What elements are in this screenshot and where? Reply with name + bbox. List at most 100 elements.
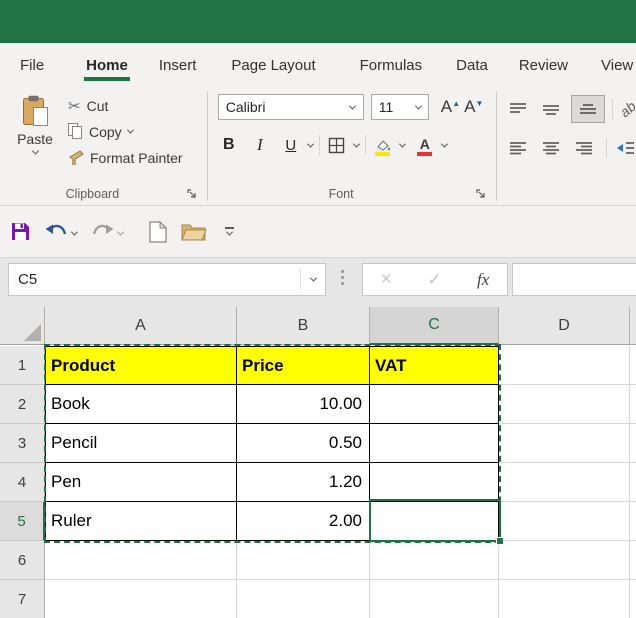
row-header-6[interactable]: 6 [0,541,45,580]
cell-C2[interactable] [370,385,499,424]
cell-A6[interactable] [45,541,237,580]
cell-B7[interactable] [237,580,370,618]
cell-B2[interactable]: 10.00 [237,385,370,424]
alignment-group: ab [497,85,636,205]
fill-color-button[interactable] [372,134,394,156]
font-color-dropdown-icon[interactable] [440,140,448,148]
paste-dropdown-icon[interactable] [31,147,39,155]
cell-B4[interactable]: 1.20 [237,463,370,502]
borders-button[interactable] [326,133,348,157]
font-size-dropdown-icon [415,102,423,110]
cell-A3[interactable]: Pencil [45,424,237,463]
cell-B3[interactable]: 0.50 [237,424,370,463]
cell-A4[interactable]: Pen [45,463,237,502]
name-box-dropdown-icon[interactable] [309,274,317,282]
open-folder-button[interactable] [181,222,207,241]
copy-dropdown-icon[interactable] [126,126,134,134]
row-header-7[interactable]: 7 [0,580,45,618]
tab-file[interactable]: File [20,57,44,85]
tab-insert[interactable]: Insert [159,57,197,85]
fill-color-swatch [375,152,391,156]
cell-D1[interactable] [499,346,630,385]
cell-C3[interactable] [370,424,499,463]
fill-color-dropdown-icon[interactable] [398,140,406,148]
name-box[interactable]: C5 [8,263,326,296]
cell-A5[interactable]: Ruler [45,502,237,541]
cancel-icon[interactable]: × [381,269,392,291]
tab-review[interactable]: Review [519,57,568,85]
save-button[interactable] [10,221,31,242]
cell-C1[interactable]: VAT [370,346,499,385]
bottom-align-button[interactable] [571,95,606,123]
row-header-1[interactable]: 1 [0,346,45,385]
undo-button[interactable] [45,223,79,241]
decrease-indent-button[interactable] [616,141,635,155]
underline-button[interactable]: U [280,133,302,157]
row-header-2[interactable]: 2 [0,385,45,424]
column-header-c[interactable]: C [370,307,499,345]
copy-button[interactable]: Copy [68,121,183,142]
cell-D6[interactable] [499,541,630,580]
formula-input[interactable] [512,263,636,296]
copy-label: Copy [89,123,122,140]
cell-D4[interactable] [499,463,630,502]
cell-C7[interactable] [370,580,499,618]
cell-A2[interactable]: Book [45,385,237,424]
new-file-icon [149,220,167,243]
select-all-corner[interactable] [0,307,45,345]
font-size-select[interactable]: 11 [370,94,429,120]
format-painter-button[interactable]: Format Painter [68,147,183,168]
clipboard-dialog-launcher[interactable] [185,187,199,201]
orientation-button[interactable]: ab [617,98,636,120]
decrease-arrow-icon: ▼ [475,99,484,108]
decrease-font-size-button[interactable]: A ▼ [464,97,483,117]
cell-B1[interactable]: Price [237,346,370,385]
row-header-5[interactable]: 5 [0,502,45,541]
tab-formulas[interactable]: Formulas [360,57,423,85]
align-left-button[interactable] [505,136,531,160]
italic-button[interactable]: I [249,133,271,157]
column-header-d[interactable]: D [499,307,630,345]
cell-C4[interactable] [370,463,499,502]
underline-dropdown-icon[interactable] [306,140,314,148]
undo-dropdown-icon[interactable] [70,228,79,236]
bold-button[interactable]: B [218,133,240,157]
fill-color-icon [375,139,391,151]
cell-B6[interactable] [237,541,370,580]
formula-bar-grip[interactable] [341,270,344,285]
center-align-button[interactable] [538,136,564,160]
tab-view[interactable]: View [601,57,633,85]
cell-D7[interactable] [499,580,630,618]
borders-dropdown-icon[interactable] [352,140,360,148]
align-right-button[interactable] [571,136,597,160]
font-dialog-launcher[interactable] [474,187,488,201]
cell-C5[interactable] [370,502,499,541]
cell-A1[interactable]: Product [45,346,237,385]
row-header-4[interactable]: 4 [0,463,45,502]
formula-buttons: × ✓ fx [362,263,508,296]
font-name-select[interactable]: Calibri [217,94,364,120]
redo-dropdown-icon[interactable] [116,228,125,236]
middle-align-button[interactable] [538,97,564,121]
customize-qat-button[interactable] [225,227,234,236]
cut-button[interactable]: ✂ Cut [68,95,183,116]
redo-button[interactable] [91,223,125,241]
cell-B5[interactable]: 2.00 [237,502,370,541]
font-color-button[interactable]: A [414,134,436,156]
top-align-button[interactable] [505,97,531,121]
increase-font-size-button[interactable]: A ▲ [441,97,460,117]
column-header-b[interactable]: B [237,307,370,345]
cell-D3[interactable] [499,424,630,463]
cell-D5[interactable] [499,502,630,541]
tab-home[interactable]: Home [84,57,130,85]
tab-data[interactable]: Data [456,57,488,85]
cell-A7[interactable] [45,580,237,618]
row-header-3[interactable]: 3 [0,424,45,463]
insert-function-icon[interactable]: fx [477,270,489,290]
cell-C6[interactable] [370,541,499,580]
enter-icon[interactable]: ✓ [427,270,441,290]
tab-page-layout[interactable]: Page Layout [231,57,315,85]
column-header-a[interactable]: A [45,307,237,345]
new-file-button[interactable] [149,220,167,243]
cell-D2[interactable] [499,385,630,424]
